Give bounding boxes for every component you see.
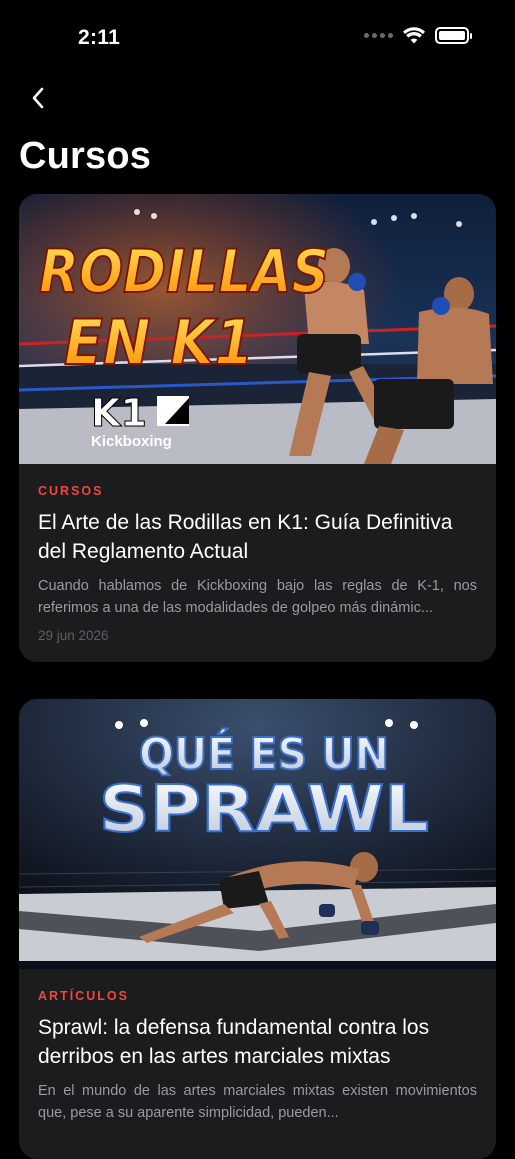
article-category: ARTÍCULOS bbox=[38, 989, 129, 1003]
article-category: CURSOS bbox=[38, 484, 104, 498]
status-time: 2:11 bbox=[78, 26, 121, 49]
status-bar: 2:11 bbox=[0, 0, 515, 78]
article-excerpt: Cuando hablamos de Kickboxing bajo las r… bbox=[38, 578, 477, 616]
article-card[interactable]: QUÉ ES UN SPRAWL ARTÍCULOS Sprawl: la de… bbox=[19, 699, 496, 1159]
svg-text:K1: K1 bbox=[91, 391, 147, 435]
battery-icon bbox=[435, 27, 472, 44]
article-title: El Arte de las Rodillas en K1: Guía Defi… bbox=[38, 511, 453, 563]
thumbnail-headline: RODILLAS bbox=[39, 237, 329, 307]
article-card[interactable]: RODILLAS EN K1 K1 Kickboxing CURSOS El A… bbox=[19, 194, 496, 662]
article-card-body: ARTÍCULOS Sprawl: la defensa fundamental… bbox=[19, 969, 496, 1124]
k1-logo: K1 Kickboxing bbox=[91, 391, 189, 450]
wifi-icon bbox=[403, 27, 425, 44]
thumbnail-headline: SPRAWL bbox=[99, 773, 429, 847]
status-indicators bbox=[364, 27, 472, 44]
article-card-body: CURSOS El Arte de las Rodillas en K1: Gu… bbox=[19, 464, 496, 643]
article-thumbnail: QUÉ ES UN SPRAWL bbox=[19, 699, 496, 969]
article-excerpt: En el mundo de las artes marciales mixta… bbox=[38, 1083, 477, 1121]
article-title: Sprawl: la defensa fundamental contra lo… bbox=[38, 1016, 430, 1068]
article-thumbnail: RODILLAS EN K1 K1 Kickboxing bbox=[19, 194, 496, 464]
article-date: 29 jun 2026 bbox=[38, 628, 109, 643]
page-title: Cursos bbox=[19, 135, 152, 177]
svg-text:Kickboxing: Kickboxing bbox=[91, 433, 172, 450]
chevron-left-icon bbox=[32, 87, 44, 109]
cellular-signal-icon bbox=[364, 33, 393, 38]
thumbnail-headline: EN K1 bbox=[64, 306, 254, 379]
back-button[interactable] bbox=[22, 82, 54, 114]
